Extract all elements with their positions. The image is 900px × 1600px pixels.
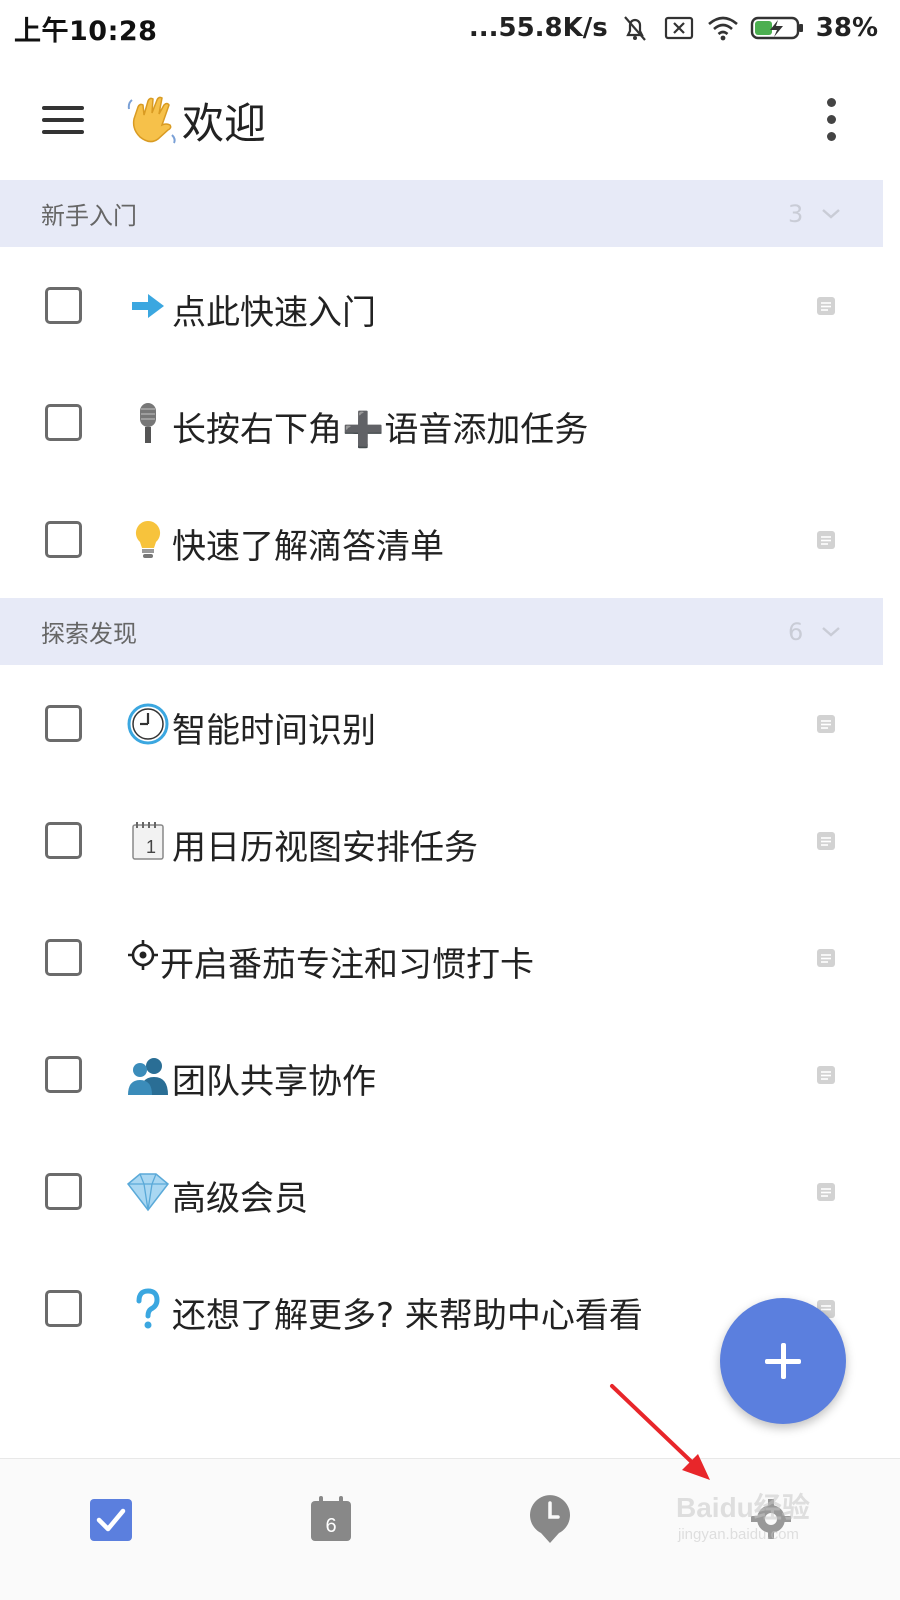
gear-sun-icon bbox=[128, 940, 158, 970]
task-label: 还想了解更多? 来帮助中心看看 bbox=[172, 1296, 643, 1336]
calendar-day: 6 bbox=[325, 1515, 337, 1537]
battery-percent: 38% bbox=[815, 13, 878, 43]
annotation-arrow-icon bbox=[610, 1384, 710, 1480]
sim-x-icon bbox=[664, 16, 693, 40]
task-checkbox[interactable] bbox=[45, 1173, 82, 1210]
note-icon bbox=[817, 531, 835, 549]
section-title: 探索发现 bbox=[41, 620, 137, 648]
task-row[interactable]: 智能时间识别 bbox=[0, 665, 883, 782]
task-label: 团队共享协作 bbox=[172, 1062, 376, 1102]
note-icon bbox=[817, 832, 835, 850]
checkbox-checked-icon bbox=[90, 1499, 132, 1541]
task-label: 智能时间识别 bbox=[172, 711, 376, 751]
more-vertical-icon[interactable] bbox=[812, 92, 852, 148]
toolbar: 欢迎 bbox=[0, 70, 900, 170]
tab-calendar[interactable]: 6 bbox=[225, 1459, 450, 1600]
task-label: 长按右下角➕语音添加任务 bbox=[172, 410, 589, 450]
task-checkbox[interactable] bbox=[45, 705, 82, 742]
note-icon bbox=[817, 297, 835, 315]
task-row[interactable]: 点此快速入门 bbox=[0, 247, 883, 364]
task-label: 用日历视图安排任务 bbox=[172, 828, 478, 868]
page-title: 欢迎 bbox=[182, 98, 267, 148]
watermark-url: jingyan.baidu.com bbox=[678, 1526, 799, 1543]
waving-hand-icon bbox=[127, 96, 176, 144]
task-label: 开启番茄专注和习惯打卡 bbox=[160, 945, 534, 985]
calendar-pad-icon: 1 bbox=[132, 822, 164, 860]
status-time: 上午10:28 bbox=[14, 15, 158, 47]
battery-charging-icon bbox=[750, 16, 803, 40]
diamond-icon bbox=[126, 1173, 170, 1212]
note-icon bbox=[817, 1183, 835, 1201]
section-title: 新手入门 bbox=[41, 202, 137, 230]
chevron-down-icon bbox=[822, 208, 840, 219]
calendar-icon: 6 bbox=[307, 1493, 355, 1545]
task-checkbox[interactable] bbox=[45, 822, 82, 859]
users-icon bbox=[128, 1058, 168, 1095]
hamburger-icon[interactable] bbox=[38, 100, 88, 140]
task-row[interactable]: 快速了解滴答清单 bbox=[0, 481, 883, 598]
watermark: Baidu经验 jingyan.baidu.com bbox=[672, 1476, 842, 1556]
task-row[interactable]: 团队共享协作 bbox=[0, 1016, 883, 1133]
section-count: 6 bbox=[788, 617, 804, 646]
network-speed: ...55.8K/s bbox=[468, 13, 608, 43]
microphone-icon bbox=[140, 403, 156, 443]
task-checkbox[interactable] bbox=[45, 1290, 82, 1327]
task-checkbox[interactable] bbox=[45, 404, 82, 441]
task-row[interactable]: 高级会员 bbox=[0, 1133, 883, 1250]
status-bar: 上午10:28 ...55.8K/s 38% bbox=[0, 0, 900, 56]
watermark-brand: Baidu经验 bbox=[676, 1492, 810, 1523]
add-task-button[interactable] bbox=[720, 1298, 846, 1424]
task-label: 高级会员 bbox=[172, 1179, 308, 1219]
task-row[interactable]: 长按右下角➕语音添加任务 bbox=[0, 364, 883, 481]
note-icon bbox=[817, 949, 835, 967]
chevron-down-icon bbox=[822, 626, 840, 637]
section-header-explore[interactable]: 探索发现 6 bbox=[0, 598, 883, 665]
right-arrow-icon bbox=[132, 294, 164, 318]
svg-text:1: 1 bbox=[146, 837, 156, 857]
note-icon bbox=[817, 1066, 835, 1084]
task-row[interactable]: 1 用日历视图安排任务 bbox=[0, 782, 883, 899]
wifi-icon bbox=[707, 16, 738, 41]
tab-tasks[interactable] bbox=[0, 1459, 225, 1600]
clock-icon bbox=[127, 703, 169, 745]
task-checkbox[interactable] bbox=[45, 1056, 82, 1093]
task-checkbox[interactable] bbox=[45, 521, 82, 558]
note-icon bbox=[817, 715, 835, 733]
task-checkbox[interactable] bbox=[45, 939, 82, 976]
task-label: 快速了解滴答清单 bbox=[172, 527, 444, 567]
task-row[interactable]: 开启番茄专注和习惯打卡 bbox=[0, 899, 883, 1016]
status-indicators: ...55.8K/s 38% bbox=[469, 13, 878, 43]
clock-pin-icon bbox=[530, 1495, 570, 1543]
section-header-getting-started[interactable]: 新手入门 3 bbox=[0, 180, 883, 247]
light-bulb-icon bbox=[135, 520, 161, 558]
task-label: 点此快速入门 bbox=[172, 293, 376, 333]
title-wrap: 欢迎 bbox=[126, 90, 266, 150]
task-checkbox[interactable] bbox=[45, 287, 82, 324]
question-mark-icon bbox=[136, 1288, 160, 1329]
bell-muted-icon bbox=[623, 16, 646, 41]
section-count: 3 bbox=[788, 199, 804, 228]
